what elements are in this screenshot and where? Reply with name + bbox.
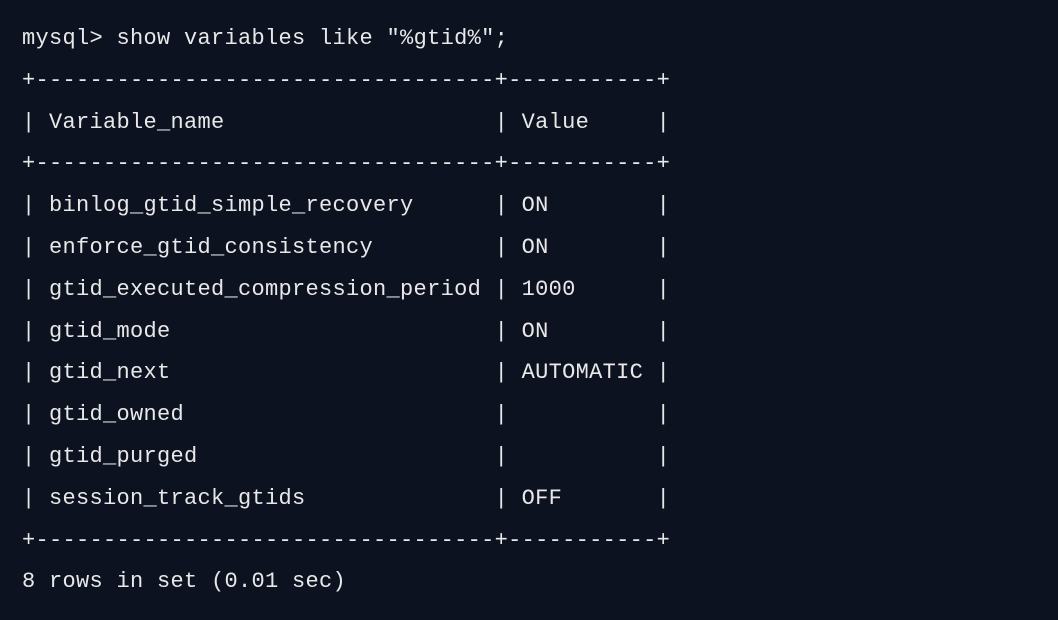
table-border-top: +----------------------------------+----… — [22, 60, 1036, 102]
table-border-mid: +----------------------------------+----… — [22, 143, 1036, 185]
table-header: | Variable_name | Value | — [22, 102, 1036, 144]
result-footer: 8 rows in set (0.01 sec) — [22, 561, 1036, 603]
table-row: | session_track_gtids | OFF | — [22, 478, 1036, 520]
sql-command: show variables like "%gtid%"; — [117, 26, 509, 51]
table-row: | gtid_executed_compression_period | 100… — [22, 269, 1036, 311]
mysql-prompt: mysql> — [22, 26, 117, 51]
table-row: | gtid_owned | | — [22, 394, 1036, 436]
table-border-bottom: +----------------------------------+----… — [22, 520, 1036, 562]
table-row: | gtid_purged | | — [22, 436, 1036, 478]
table-row: | gtid_next | AUTOMATIC | — [22, 352, 1036, 394]
table-row: | enforce_gtid_consistency | ON | — [22, 227, 1036, 269]
command-line[interactable]: mysql> show variables like "%gtid%"; — [22, 18, 1036, 60]
table-row: | binlog_gtid_simple_recovery | ON | — [22, 185, 1036, 227]
table-row: | gtid_mode | ON | — [22, 311, 1036, 353]
